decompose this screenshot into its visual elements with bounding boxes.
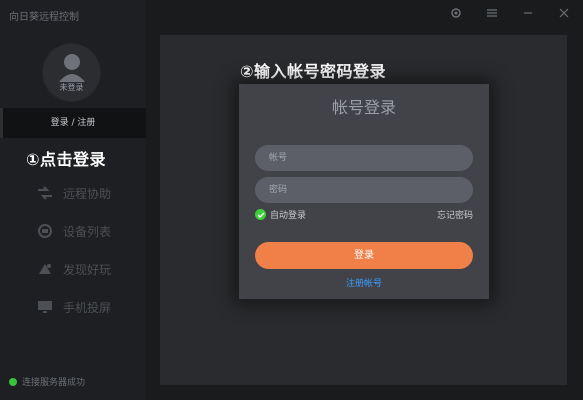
account-input[interactable]: 帐号 [255,145,473,171]
login-register-label: 登录 / 注册 [50,118,96,128]
discover-icon [35,261,55,277]
avatar[interactable]: 未登录 [43,44,100,101]
sidebar-item-discover[interactable]: 发现好玩 [35,250,111,288]
device-list-icon [35,223,55,239]
remote-assist-icon [35,185,55,201]
avatar-status-label: 未登录 [59,83,84,92]
sidebar: 未登录 登录 / 注册 远程协助 设备列表 发现好玩 手机投屏 连接服务器成功 [0,0,146,400]
sidebar-nav: 远程协助 设备列表 发现好玩 手机投屏 [35,174,111,326]
title-bar: 向日葵远程控制 [0,0,583,28]
account-placeholder: 帐号 [269,153,288,163]
login-submit-button[interactable]: 登录 [255,242,473,269]
sidebar-item-device-list[interactable]: 设备列表 [35,212,111,250]
sidebar-item-remote-assist[interactable]: 远程协助 [35,174,111,212]
connection-status: 连接服务器成功 [9,375,85,388]
login-register-button[interactable]: 登录 / 注册 [0,108,146,138]
annotation-step1: ①点击登录 [26,150,107,169]
status-dot-icon [9,377,17,386]
sidebar-item-label: 手机投屏 [63,300,112,315]
sidebar-item-label: 发现好玩 [63,262,112,277]
auto-login-label: 自动登录 [270,211,307,221]
user-avatar-icon [59,54,85,82]
screen-cast-icon [35,299,55,315]
close-icon[interactable] [557,6,571,20]
sidebar-item-label: 设备列表 [63,224,112,239]
sidebar-item-screen-cast[interactable]: 手机投屏 [35,288,111,326]
auto-login-checkbox[interactable]: 自动登录 [255,208,306,221]
dialog-title: 帐号登录 [331,98,396,117]
window-controls [449,6,571,20]
register-link[interactable]: 注册帐号 [239,276,489,289]
forgot-password-link[interactable]: 忘记密码 [437,208,473,221]
connection-status-label: 连接服务器成功 [22,378,86,388]
sidebar-item-label: 远程协助 [63,186,112,201]
login-options: 自动登录 忘记密码 [255,208,473,222]
menu-icon[interactable] [485,6,499,20]
minimize-icon[interactable] [521,6,535,20]
annotation-step2: ②输入帐号密码登录 [240,62,387,81]
check-icon [255,209,266,220]
login-button-highlight [0,108,3,138]
password-input[interactable]: 密码 [255,177,473,203]
login-dialog: 帐号登录 帐号 密码 自动登录 忘记密码 登录 注册帐号 [239,84,489,299]
gear-icon[interactable] [449,6,463,20]
password-placeholder: 密码 [269,185,288,195]
app-title: 向日葵远程控制 [9,12,79,23]
app-window: 未登录 登录 / 注册 远程协助 设备列表 发现好玩 手机投屏 连接服务器成功 … [0,0,583,400]
